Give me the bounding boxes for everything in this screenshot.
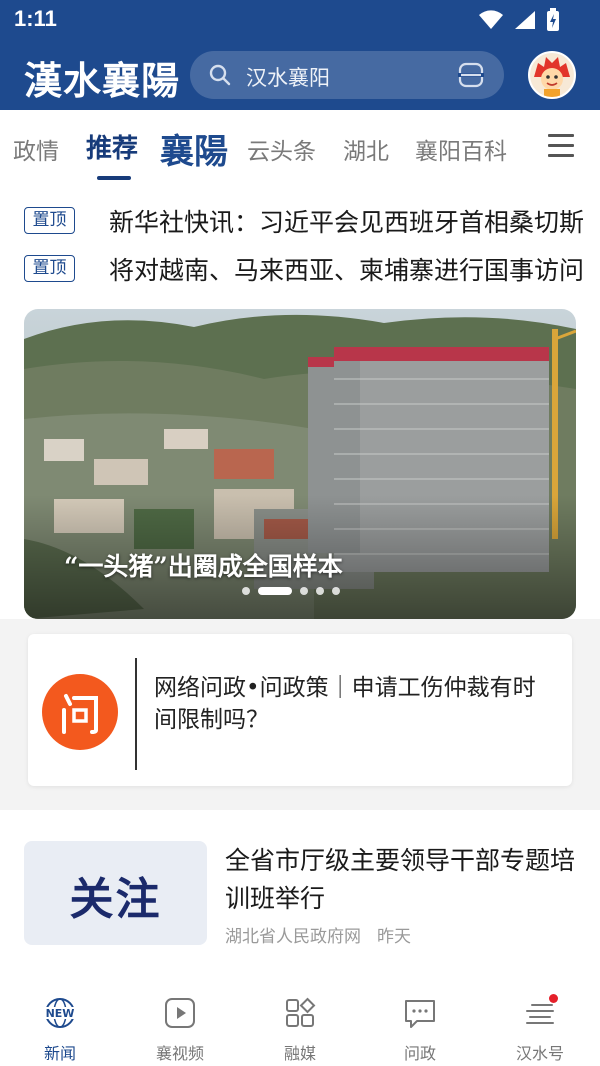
- scan-icon[interactable]: [458, 62, 484, 88]
- wifi-icon: [479, 10, 503, 29]
- nav-label: 问政: [403, 1044, 436, 1063]
- pinned-headline[interactable]: 置顶 新华社快讯：习近平会见西班牙首相桑切斯: [0, 200, 600, 244]
- inquiry-card-text: 网络问政•问政策｜申请工伤仲裁有时间限制吗？: [154, 675, 536, 733]
- news-title[interactable]: 全省市厅级主要领导干部专题培训班举行: [225, 842, 575, 918]
- grid-apps-icon: [286, 997, 316, 1027]
- chat-bubble-icon: [405, 1000, 435, 1028]
- status-bar: 1:11: [0, 0, 600, 40]
- news-thumbnail[interactable]: 关注: [24, 841, 207, 945]
- carousel-caption: “一头猪”出圈成全国样本: [64, 552, 343, 581]
- tab-recommended[interactable]: 推荐: [86, 128, 138, 165]
- tab-cloud-headlines[interactable]: 云头条: [247, 132, 316, 166]
- notification-dot: [549, 994, 558, 1003]
- news-source: 湖北省人民政府网: [225, 927, 361, 947]
- svg-text:NEW: NEW: [46, 1007, 75, 1020]
- nav-hanshui[interactable]: 汉水号: [480, 994, 600, 1064]
- nav-media[interactable]: 融媒: [240, 996, 360, 1064]
- battery-icon: [547, 8, 559, 31]
- news-time: 昨天: [377, 927, 411, 947]
- tab-xiangyang-encyclopedia[interactable]: 襄阳百科: [415, 132, 507, 166]
- inquiry-icon: [42, 674, 118, 750]
- carousel-dot[interactable]: [242, 587, 250, 595]
- top-bar: 1:11 漢水襄陽 汉水襄阳: [0, 0, 600, 110]
- news-globe-icon: NEW: [44, 998, 76, 1028]
- mascot-avatar-icon: [530, 53, 574, 97]
- inquiry-card[interactable]: 网络问政•问政策｜申请工伤仲裁有时间限制吗？: [28, 634, 572, 786]
- tab-xiangyang[interactable]: 襄陽: [160, 124, 228, 173]
- news-meta: 湖北省人民政府网 昨天: [225, 922, 411, 947]
- status-time: 1:11: [14, 6, 57, 31]
- signal-icon: [515, 11, 535, 29]
- app-header: 漢水襄陽 汉水襄阳: [0, 40, 600, 110]
- user-avatar[interactable]: [528, 51, 576, 99]
- tab-politics[interactable]: 政情: [13, 132, 59, 166]
- nav-label: 融媒: [283, 1044, 316, 1063]
- search-placeholder: 汉水襄阳: [246, 66, 330, 90]
- search-bar[interactable]: 汉水襄阳: [190, 51, 504, 99]
- nav-video[interactable]: 襄视频: [120, 996, 240, 1064]
- channel-menu-icon[interactable]: [548, 134, 574, 158]
- tab-hubei[interactable]: 湖北: [343, 132, 389, 166]
- pinned-badge: 置顶: [24, 255, 75, 282]
- nav-label: 襄视频: [155, 1044, 204, 1063]
- active-tab-indicator: [97, 176, 131, 180]
- nav-inquiry[interactable]: 问政: [360, 996, 480, 1064]
- pinned-headline-text: 将对越南、马来西亚、柬埔寨进行国事访问: [108, 256, 584, 285]
- carousel-dot[interactable]: [332, 587, 340, 595]
- nav-news[interactable]: NEW 新闻: [0, 996, 120, 1064]
- nav-label: 汉水号: [515, 1044, 564, 1063]
- pinned-badge: 置顶: [24, 207, 75, 234]
- channel-tabs: 政情 推荐 襄陽 云头条 湖北 襄阳百科: [0, 110, 600, 186]
- carousel-dot-active[interactable]: [258, 587, 292, 595]
- app-logo: 漢水襄陽: [24, 58, 181, 103]
- app-screen: 1:11 漢水襄陽 汉水襄阳 政情 推荐 襄陽 云头条 湖北 襄阳百科 置顶 新…: [0, 0, 600, 1066]
- card-divider: [135, 658, 137, 770]
- thumbnail-text: 关注: [69, 874, 162, 925]
- pinned-headline[interactable]: 置顶 将对越南、马来西亚、柬埔寨进行国事访问: [0, 248, 600, 292]
- bottom-navigation: NEW 新闻 襄视频 融媒 问政 汉水号: [0, 986, 600, 1066]
- pinned-headline-text: 新华社快讯：习近平会见西班牙首相桑切斯: [108, 208, 584, 237]
- nav-label: 新闻: [43, 1044, 76, 1063]
- status-icons: [478, 8, 560, 32]
- carousel-indicator: [242, 587, 340, 595]
- carousel-dot[interactable]: [300, 587, 308, 595]
- play-video-icon: [165, 998, 195, 1028]
- carousel-dot[interactable]: [316, 587, 324, 595]
- search-icon: [209, 64, 231, 86]
- featured-carousel[interactable]: “一头猪”出圈成全国样本: [24, 309, 576, 619]
